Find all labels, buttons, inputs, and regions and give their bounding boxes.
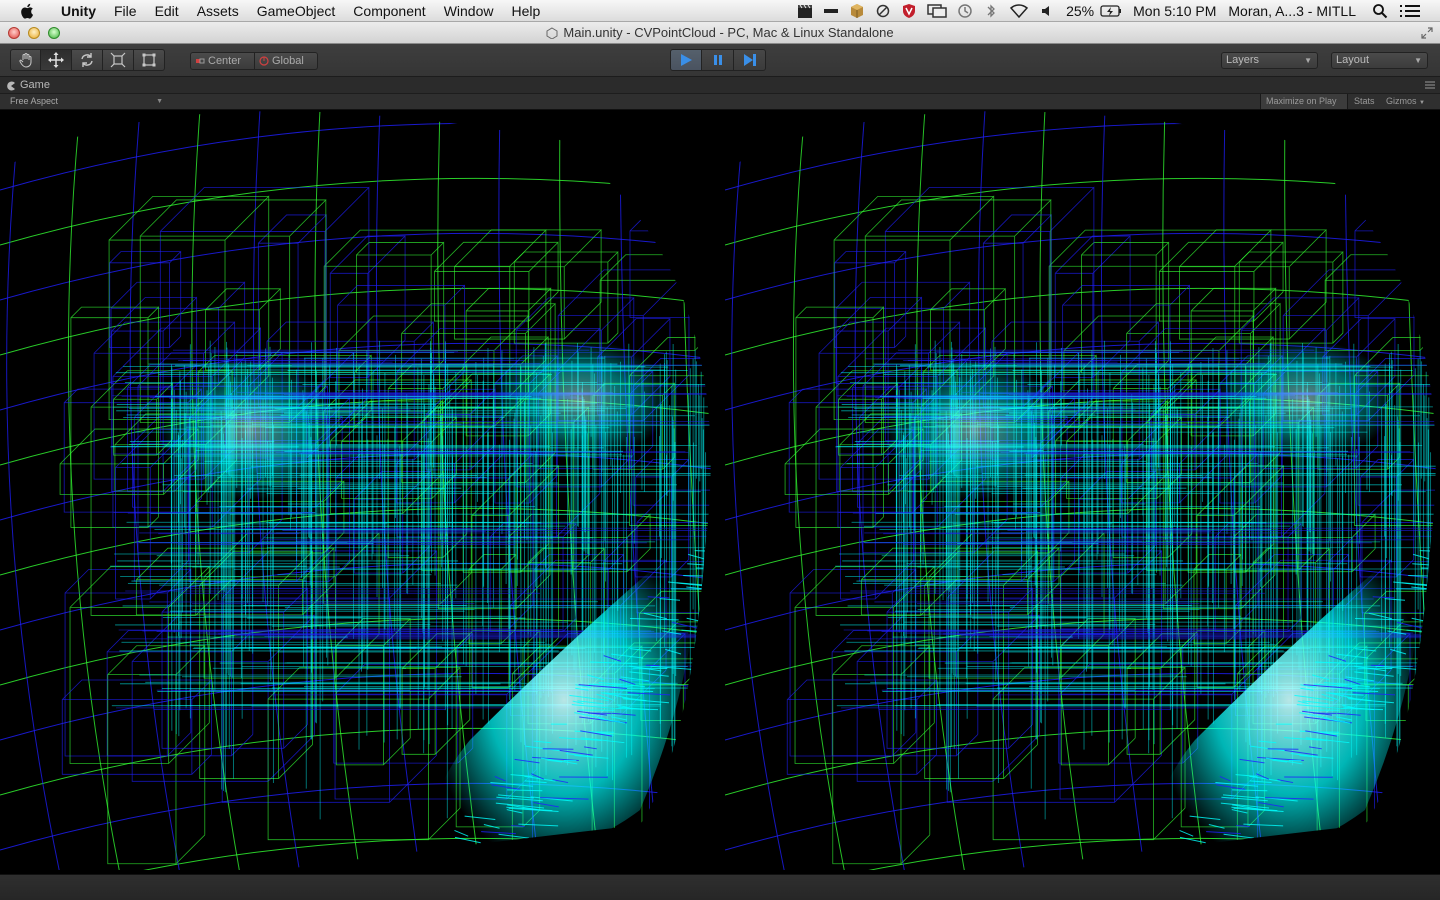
scale-icon bbox=[110, 52, 126, 68]
cube-icon[interactable] bbox=[849, 3, 865, 19]
bluetooth-icon[interactable] bbox=[983, 3, 999, 19]
fullscreen-icon[interactable] bbox=[1420, 26, 1434, 40]
chevron-down-icon: ▼ bbox=[1414, 56, 1422, 65]
menu-edit[interactable]: Edit bbox=[146, 0, 188, 22]
app-menu[interactable]: Unity bbox=[52, 0, 105, 22]
step-forward-icon bbox=[743, 54, 756, 66]
user-account[interactable]: Moran, A...3 - MITLL bbox=[1222, 3, 1362, 19]
layout-dropdown[interactable]: Layout ▼ bbox=[1331, 52, 1428, 69]
rect-tool-button[interactable] bbox=[134, 49, 165, 71]
move-tool-button[interactable] bbox=[41, 49, 72, 71]
global-rotation-icon bbox=[259, 56, 269, 66]
step-button[interactable] bbox=[734, 49, 766, 71]
rect-transform-icon bbox=[142, 53, 156, 67]
spotlight-search-icon[interactable] bbox=[1372, 3, 1388, 19]
pivot-mode-label: Center bbox=[208, 55, 242, 67]
rotate-tool-button[interactable] bbox=[72, 49, 103, 71]
left-eye-view bbox=[0, 111, 711, 871]
layers-dropdown[interactable]: Layers ▼ bbox=[1221, 52, 1318, 69]
tab-game[interactable]: Game bbox=[6, 77, 50, 94]
game-viewport[interactable] bbox=[0, 110, 1440, 874]
game-view-controlbar: Free Aspect ▼ bbox=[0, 94, 1440, 110]
menu-gameobject[interactable]: GameObject bbox=[248, 0, 345, 22]
dash-icon[interactable] bbox=[823, 3, 839, 19]
menubar-clock[interactable]: Mon 5:10 PM bbox=[1127, 3, 1222, 19]
menu-bar: Unity File Edit Assets GameObject Compon… bbox=[0, 0, 1440, 22]
layers-dropdown-label: Layers bbox=[1226, 54, 1260, 66]
display-mirroring-icon[interactable] bbox=[927, 3, 947, 19]
aspect-ratio-label: Free Aspect bbox=[10, 96, 59, 106]
right-eye-view bbox=[725, 111, 1436, 871]
wifi-icon[interactable] bbox=[1009, 3, 1029, 19]
menu-file[interactable]: File bbox=[105, 0, 146, 22]
scale-tool-button[interactable] bbox=[103, 49, 134, 71]
shield-icon[interactable] bbox=[901, 3, 917, 19]
battery-percent: 25% bbox=[1066, 2, 1095, 19]
play-button[interactable] bbox=[670, 49, 702, 71]
play-icon bbox=[681, 54, 692, 66]
game-tab-label: Game bbox=[20, 79, 50, 91]
battery-charging-icon[interactable] bbox=[1100, 3, 1122, 19]
rotate-icon bbox=[81, 53, 93, 67]
chevron-down-icon: ▼ bbox=[1304, 56, 1312, 65]
aspect-ratio-dropdown[interactable]: Free Aspect ▼ bbox=[6, 94, 166, 109]
pause-button[interactable] bbox=[702, 49, 734, 71]
hand-tool-button[interactable] bbox=[10, 49, 41, 71]
layout-dropdown-label: Layout bbox=[1336, 54, 1370, 66]
playback-controls bbox=[670, 49, 766, 71]
no-entry-icon[interactable] bbox=[875, 3, 891, 19]
move-arrows-icon bbox=[48, 52, 64, 68]
game-pacman-icon bbox=[7, 81, 15, 90]
gizmos-label: Gizmos bbox=[1386, 96, 1417, 106]
window-title: Main.unity - CVPointCloud - PC, Mac & Li… bbox=[563, 25, 894, 40]
menu-assets[interactable]: Assets bbox=[188, 0, 248, 22]
apple-menu-icon[interactable] bbox=[20, 3, 36, 19]
chevron-down-icon: ▼ bbox=[1419, 100, 1425, 106]
pause-icon bbox=[713, 55, 722, 65]
hand-icon bbox=[18, 53, 31, 68]
time-machine-icon[interactable] bbox=[957, 3, 973, 19]
pivot-mode-toggle[interactable]: Center bbox=[190, 52, 255, 70]
gizmos-dropdown[interactable]: Gizmos ▼ bbox=[1381, 94, 1436, 109]
unity-document-icon bbox=[546, 27, 558, 39]
transform-tools bbox=[10, 49, 165, 71]
status-bar bbox=[0, 874, 1440, 900]
menu-component[interactable]: Component bbox=[344, 0, 434, 22]
pivot-rotation-label: Global bbox=[272, 55, 304, 67]
status-area: 25% Mon 5:10 PM Moran, A...3 - MITLL bbox=[792, 0, 1440, 21]
notification-center-icon[interactable] bbox=[1398, 3, 1422, 19]
game-view-tabbar: Game bbox=[0, 77, 1440, 94]
pivot-rotation-toggle[interactable]: Global bbox=[255, 52, 318, 70]
menu-window[interactable]: Window bbox=[435, 0, 503, 22]
stats-toggle[interactable]: Stats bbox=[1349, 94, 1379, 109]
maximize-on-play-toggle[interactable]: Maximize on Play bbox=[1260, 94, 1348, 109]
pivot-center-icon bbox=[196, 58, 205, 64]
volume-icon[interactable] bbox=[1039, 3, 1055, 19]
menu-help[interactable]: Help bbox=[502, 0, 549, 22]
clapperboard-icon[interactable] bbox=[797, 3, 813, 19]
stereo-render bbox=[0, 111, 1436, 871]
window-titlebar: Main.unity - CVPointCloud - PC, Mac & Li… bbox=[0, 22, 1440, 44]
chevron-down-icon: ▼ bbox=[156, 98, 163, 105]
panel-menu-icon[interactable] bbox=[1425, 81, 1435, 89]
